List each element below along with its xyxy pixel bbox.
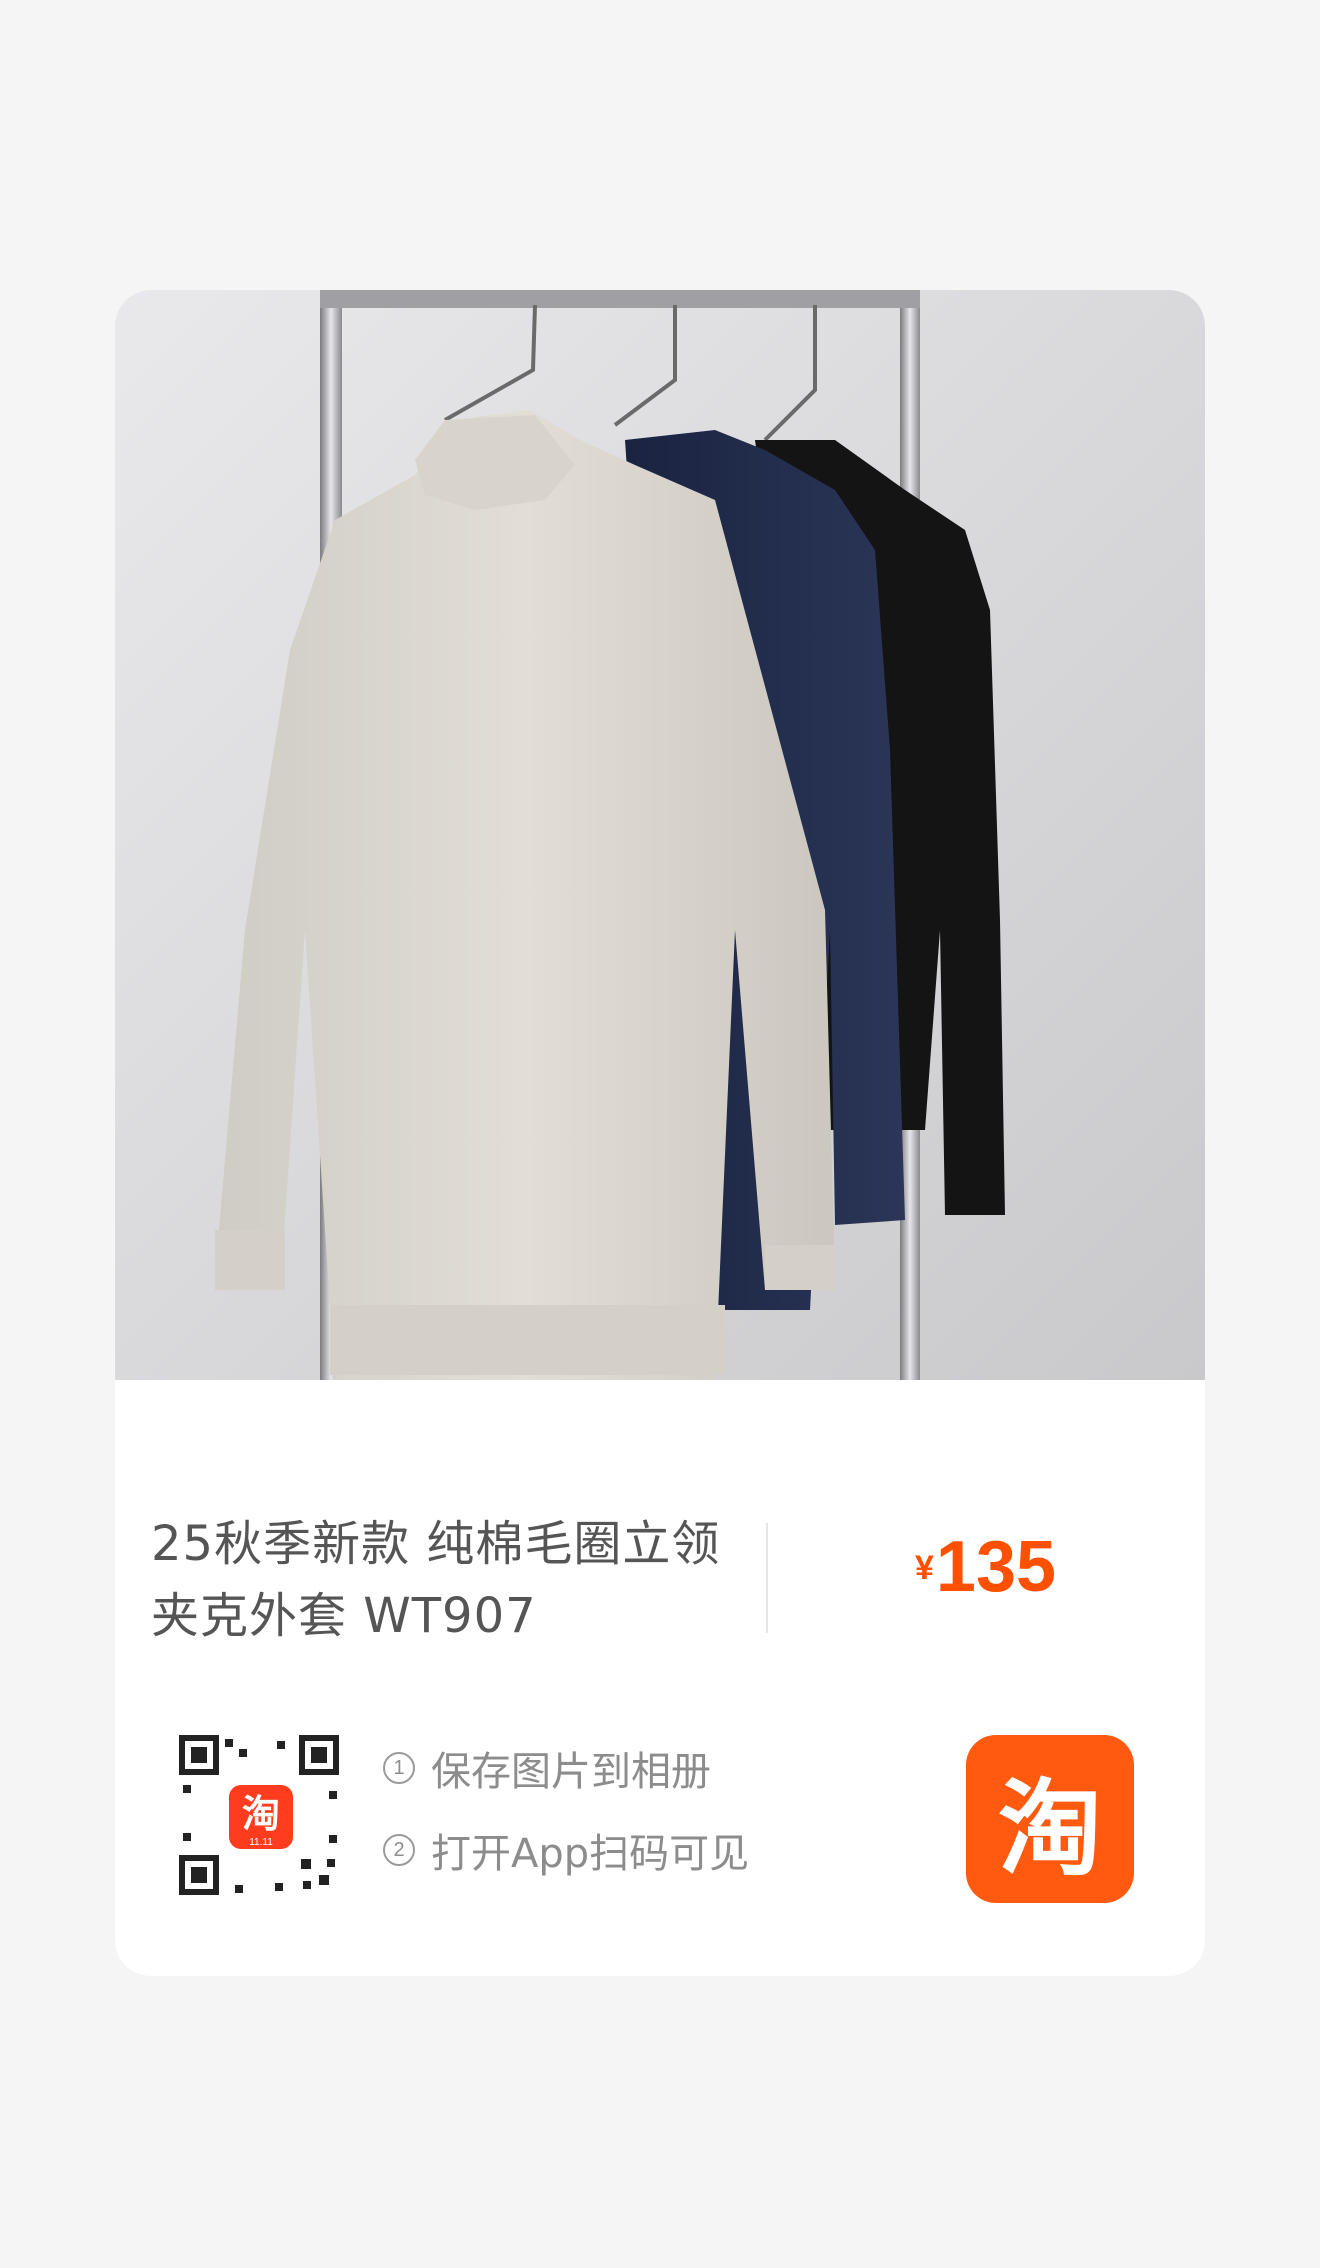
product-title-line2: 夹克外套 WT907 [151, 1588, 537, 1644]
scan-instructions: 1 保存图片到相册 2 打开App扫码可见 [383, 1738, 749, 1902]
logo-char: 淘 [997, 1767, 1102, 1890]
product-title: 25秋季新款 纯棉毛圈立领 夹克外套 WT907 [151, 1508, 731, 1652]
step2-number-icon: 2 [383, 1834, 415, 1866]
price: ¥135 [915, 1526, 1056, 1608]
price-currency: ¥ [915, 1549, 934, 1587]
divider [766, 1523, 768, 1633]
step-save: 1 保存图片到相册 [383, 1738, 749, 1798]
share-card: 25秋季新款 纯棉毛圈立领 夹克外套 WT907 ¥135 淘 11.11 1 … [115, 290, 1205, 1976]
step2-text: 打开App扫码可见 [431, 1831, 750, 1877]
product-image[interactable] [115, 290, 1205, 1380]
qr-code-icon[interactable]: 淘 11.11 [179, 1735, 343, 1899]
qr-badge-char: 淘 [242, 1792, 280, 1836]
step1-number-icon: 1 [383, 1752, 415, 1784]
price-amount: 135 [935, 1527, 1057, 1607]
step1-text: 保存图片到相册 [431, 1749, 711, 1795]
qr-badge-sub: 11.11 [249, 1837, 273, 1848]
taobao-logo-icon[interactable]: 淘 [966, 1735, 1134, 1903]
product-title-line1: 25秋季新款 纯棉毛圈立领 [151, 1516, 721, 1572]
step-scan: 2 打开App扫码可见 [383, 1820, 749, 1880]
